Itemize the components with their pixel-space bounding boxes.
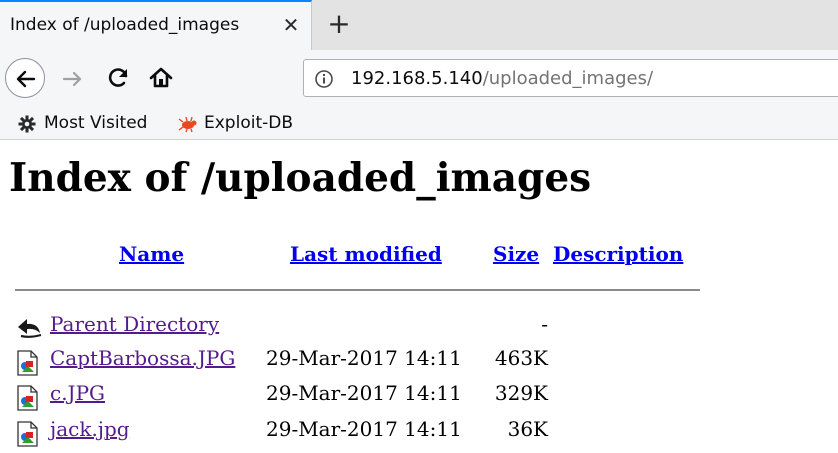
forward-arrow-icon — [62, 71, 82, 87]
tab-title: Index of /uploaded_images — [10, 15, 240, 35]
sort-by-last-modified-link[interactable]: Last modified — [290, 242, 442, 266]
image-file-icon[interactable] — [16, 350, 40, 376]
file-link[interactable]: jack.jpg — [50, 417, 130, 441]
image-file-icon[interactable] — [16, 385, 40, 411]
tab-close-icon[interactable]: ✕ — [278, 12, 304, 38]
exploit-db-icon — [178, 116, 197, 133]
navigation-bar: 192.168.5.140/uploaded_images/ — [0, 50, 838, 106]
page-content: Index of /uploaded_images Name Last modi… — [0, 141, 838, 453]
url-path: /uploaded_images/ — [482, 68, 654, 89]
back-arrow-icon — [18, 319, 42, 338]
page-title: Index of /uploaded_images — [9, 155, 592, 201]
list-item-file: c.JPG 29-Mar-2017 14:11 329K — [0, 381, 838, 411]
bookmark-label: Exploit-DB — [204, 113, 293, 133]
file-date: 29-Mar-2017 14:11 — [266, 417, 462, 441]
info-icon[interactable] — [314, 69, 334, 89]
bookmarks-toolbar: Most Visited Exploit-DB — [0, 106, 838, 140]
file-size: 329K — [494, 381, 548, 405]
home-icon — [149, 67, 173, 88]
list-item-file: jack.jpg 29-Mar-2017 14:11 36K — [0, 417, 838, 447]
back-arrow-icon — [16, 70, 36, 88]
url-host: 192.168.5.140 — [351, 68, 483, 89]
reload-icon — [108, 68, 128, 87]
sort-by-name-link[interactable]: Name — [119, 242, 184, 266]
file-link[interactable]: CaptBarbossa.JPG — [50, 346, 235, 370]
tab-active[interactable]: Index of /uploaded_images ✕ — [0, 0, 312, 50]
url-text[interactable]: 192.168.5.140/uploaded_images/ — [351, 68, 653, 89]
image-file-icon[interactable] — [16, 421, 40, 447]
forward-button[interactable] — [58, 64, 88, 94]
reload-button[interactable] — [104, 63, 134, 93]
new-tab-button[interactable]: + — [322, 8, 356, 42]
file-size: - — [541, 312, 548, 336]
file-size: 36K — [507, 417, 548, 441]
tab-strip: Index of /uploaded_images ✕ + — [0, 0, 838, 50]
list-item-parent-directory: Parent Directory - — [0, 312, 838, 342]
home-button[interactable] — [146, 63, 176, 93]
back-button[interactable] — [5, 58, 45, 98]
file-link[interactable]: c.JPG — [50, 381, 105, 405]
file-date: 29-Mar-2017 14:11 — [266, 381, 462, 405]
sort-by-description-link[interactable]: Description — [553, 242, 683, 266]
file-date: 29-Mar-2017 14:11 — [266, 346, 462, 370]
gear-icon — [18, 115, 36, 133]
list-item-file: CaptBarbossa.JPG 29-Mar-2017 14:11 463K — [0, 346, 838, 376]
file-size: 463K — [494, 346, 548, 370]
header-divider — [15, 289, 700, 291]
sort-by-size-link[interactable]: Size — [493, 242, 539, 266]
parent-directory-link[interactable]: Parent Directory — [50, 312, 219, 336]
url-bar[interactable]: 192.168.5.140/uploaded_images/ — [303, 59, 838, 97]
bookmark-label: Most Visited — [44, 113, 148, 133]
